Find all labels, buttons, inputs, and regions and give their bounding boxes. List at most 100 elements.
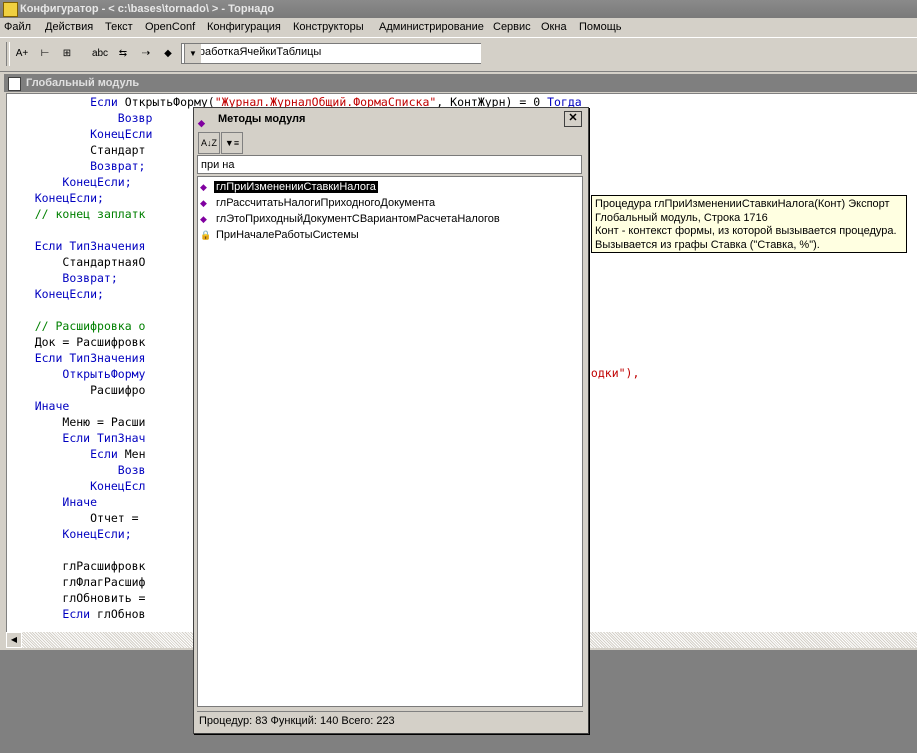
code-token: КонецЕсли; bbox=[34, 287, 104, 301]
code-token: Отчет = bbox=[90, 511, 139, 525]
methods-list: ◆ глПриИзмененииСтавкиНалога ◆ глРассчитать… bbox=[197, 176, 583, 707]
menu-actions[interactable]: Действия bbox=[45, 18, 93, 37]
tooltip-line: Глобальный модуль, Строка 1716 bbox=[595, 211, 768, 224]
indent-icon[interactable]: ⊢ bbox=[35, 44, 55, 64]
method-list-item[interactable]: ◆ глРассчитатьНалогиПриходногоДокумента bbox=[200, 195, 437, 211]
menu-windows[interactable]: Окна bbox=[541, 18, 567, 37]
tooltip-line: Процедура глПриИзмененииСтавкиНалога(Кон… bbox=[595, 198, 890, 210]
code-token: Меню = Расши bbox=[62, 415, 146, 429]
menu-text[interactable]: Текст bbox=[105, 18, 133, 37]
code-token: Если bbox=[90, 447, 125, 461]
goto-icon[interactable]: ⇆ bbox=[113, 44, 133, 64]
sort-alpha-icon[interactable]: A↓Z bbox=[198, 132, 220, 154]
code-token: глФлагРасшиф bbox=[62, 575, 146, 589]
locked-method-icon: 🔒 bbox=[200, 230, 212, 240]
menu-file[interactable]: Файл bbox=[4, 18, 31, 37]
scroll-left-icon[interactable]: ◀ bbox=[6, 632, 22, 648]
menu-service[interactable]: Сервис bbox=[493, 18, 531, 37]
methods-popup: ◆ Методы модуля ✕ A↓Z ▼≡ при на ◆ глПриИз… bbox=[193, 107, 589, 734]
method-list-item-label: глПриИзмененииСтавкиНалога bbox=[214, 181, 378, 193]
app-icon bbox=[3, 2, 18, 17]
module-window-header[interactable]: Глобальный модуль bbox=[4, 74, 917, 92]
filter-icon[interactable]: ▼≡ bbox=[221, 132, 243, 154]
method-list-item[interactable]: ◆ глЭтоПриходныйДокументСВариантомРасчета… bbox=[200, 211, 502, 227]
code-token: Расшифро bbox=[90, 383, 146, 397]
method-list-item-label: глРассчитатьНалогиПриходногоДокумента bbox=[216, 197, 436, 209]
code-token: Если ТипЗначения bbox=[34, 239, 146, 253]
tooltip-line: Конт - контекст формы, из которой вызыва… bbox=[595, 225, 897, 237]
code-token: Возврат; bbox=[62, 271, 118, 285]
text-format-icon[interactable]: A+ bbox=[12, 44, 32, 64]
code-token: Док = Расшифровк bbox=[34, 335, 146, 349]
close-icon[interactable]: ✕ bbox=[564, 111, 582, 127]
method-search-input[interactable]: при на bbox=[197, 155, 582, 174]
code-token: Если bbox=[90, 95, 125, 109]
code-token: Возвр bbox=[117, 111, 153, 125]
menu-configuration[interactable]: Конфигурация bbox=[207, 18, 281, 37]
methods-status: Процедур: 83 Функций: 140 Всего: 223 bbox=[197, 711, 583, 730]
navigate-icon[interactable]: ⇢ bbox=[136, 44, 156, 64]
code-token: Возв bbox=[117, 463, 146, 477]
tooltip-line: Вызывается из графы Ставка ("Ставка, %")… bbox=[595, 238, 820, 251]
methods-icon[interactable]: ◆ bbox=[158, 44, 178, 64]
code-token: // Расшифровка о bbox=[34, 319, 146, 333]
document-icon bbox=[8, 77, 21, 91]
method-icon: ◆ bbox=[200, 198, 207, 208]
toolbar-grip[interactable] bbox=[6, 42, 10, 66]
code-token: Если ТипЗначения bbox=[34, 351, 146, 365]
spell-check-icon[interactable]: abc bbox=[90, 44, 110, 64]
menu-openconf[interactable]: OpenConf bbox=[145, 18, 195, 37]
code-token: Возврат; bbox=[90, 159, 146, 173]
code-token: КонецЕсл bbox=[90, 479, 146, 493]
method-list-item-label: ПриНачалеРаботыСистемы bbox=[216, 229, 359, 241]
code-token: КонецЕсли bbox=[90, 127, 153, 141]
method-list-item[interactable]: 🔒 ПриНачалеРаботыСистемы bbox=[200, 227, 361, 243]
code-token: КонецЕсли; bbox=[62, 175, 132, 189]
module-window-title: Глобальный модуль bbox=[26, 77, 140, 89]
code-token: глОбнов bbox=[97, 607, 146, 621]
code-token: Стандарт bbox=[90, 143, 146, 157]
window-title: Конфигуратор - < c:\bases\tornado\ > - Т… bbox=[20, 3, 275, 15]
menu-help[interactable]: Помощь bbox=[579, 18, 622, 37]
code-token: глОбновить = bbox=[62, 591, 146, 605]
tree-icon[interactable]: ⊞ bbox=[57, 44, 77, 64]
code-token: Если ТипЗнач bbox=[62, 431, 146, 445]
procedure-combo[interactable]: ОбработкаЯчейкиТаблицы ▼ bbox=[181, 43, 481, 64]
menu-bar: Файл Действия Текст OpenConf Конфигураци… bbox=[0, 18, 917, 37]
methods-status-text: Процедур: 83 Функций: 140 Всего: 223 bbox=[199, 715, 395, 727]
chevron-down-icon[interactable]: ▼ bbox=[184, 44, 201, 63]
methods-popup-header[interactable]: ◆ Методы модуля ✕ bbox=[196, 110, 584, 128]
menu-constructors[interactable]: Конструкторы bbox=[293, 18, 364, 37]
method-list-item[interactable]: ◆ глПриИзмененииСтавкиНалога bbox=[200, 179, 378, 195]
menu-administration[interactable]: Администрирование bbox=[379, 18, 484, 37]
title-bar[interactable]: Конфигуратор - < c:\bases\tornado\ > - Т… bbox=[0, 0, 917, 18]
code-token: СтандартнаяО bbox=[62, 255, 146, 269]
